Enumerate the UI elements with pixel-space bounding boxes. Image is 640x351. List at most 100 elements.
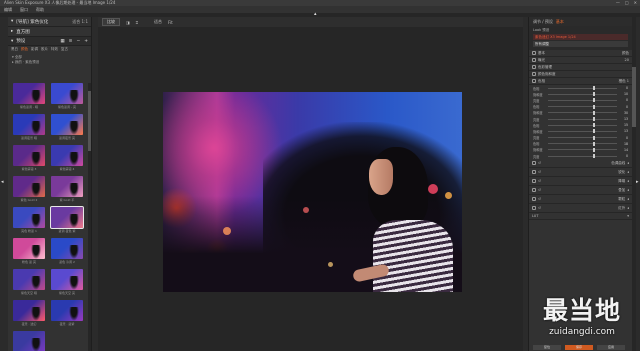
- slider-value[interactable]: 0: [620, 154, 628, 158]
- toggle-checkbox[interactable]: [532, 72, 536, 76]
- slider-knob[interactable]: [592, 86, 595, 91]
- tab-preset-0[interactable]: 黑白: [11, 47, 18, 52]
- preset-thumbnail[interactable]: 蓝调 夜色 紫: [50, 206, 84, 235]
- preset-thumbnail[interactable]: 紫色天空 暗: [12, 269, 46, 297]
- chevron-left-icon[interactable]: ◂: [627, 188, 629, 192]
- histogram-section[interactable]: ▸ 直方图: [8, 27, 91, 37]
- slider-value[interactable]: 0: [620, 98, 628, 102]
- slider-value[interactable]: 0: [620, 86, 628, 90]
- lut-row[interactable]: LUT ▾: [529, 213, 632, 221]
- toggle-checkbox[interactable]: [532, 179, 536, 184]
- look-name-field[interactable]: 紫色迷幻 X3 Image 1/24: [533, 34, 628, 40]
- slider-knob[interactable]: [592, 123, 595, 128]
- menu-item-help[interactable]: 帮助: [36, 7, 44, 13]
- reset-icon[interactable]: ↺: [538, 161, 541, 165]
- list-view-icon[interactable]: ≡: [69, 39, 73, 44]
- panel-mode-accent[interactable]: 基本: [556, 19, 564, 25]
- adjustment-panel[interactable]: ↺ 叠加 ◂: [529, 186, 632, 196]
- slider-track[interactable]: [548, 147, 617, 152]
- panel-mode-label[interactable]: 调节 / 预设: [533, 19, 553, 25]
- adjustments-field[interactable]: 所有调整: [533, 41, 628, 47]
- toggle-checkbox[interactable]: [532, 206, 536, 211]
- slider-value[interactable]: 0: [620, 136, 628, 140]
- preset-thumbnail[interactable]: 蓝调夜景 暗: [12, 114, 46, 142]
- adjustment-row[interactable]: 颜色饱和度: [529, 71, 632, 78]
- preset-thumbnail[interactable]: 蓝调夜景 亮: [50, 114, 84, 142]
- navigator-section[interactable]: ▾ [导航] 紫色仪化 适合 1:1: [8, 17, 91, 27]
- adjustment-row[interactable]: 色相 橙色 1: [529, 78, 632, 85]
- slider-knob[interactable]: [592, 117, 595, 122]
- preset-thumbnail[interactable]: 紫 Gold 平: [50, 176, 84, 204]
- chevron-left-icon[interactable]: ◂: [627, 170, 629, 174]
- reset-icon[interactable]: ↺: [538, 179, 541, 183]
- tab-preset-4[interactable]: 特效: [51, 47, 58, 52]
- tab-preset-3[interactable]: 胶片: [41, 47, 48, 52]
- tab-preset-2[interactable]: 影调: [31, 47, 38, 52]
- preset-thumbnail[interactable]: 亮色 粉蓝 1: [12, 207, 46, 235]
- chevron-left-icon[interactable]: ◂: [1, 180, 4, 185]
- toggle-checkbox[interactable]: [532, 65, 536, 69]
- slider-value[interactable]: 10: [620, 92, 628, 96]
- slider-knob[interactable]: [592, 154, 595, 159]
- preset-thumbnail[interactable]: 紫 · 冷: [12, 331, 46, 351]
- chevron-right-icon[interactable]: ▸: [636, 180, 639, 185]
- zoom-options[interactable]: 适合 1:1: [72, 19, 91, 25]
- close-button[interactable]: ✕: [634, 0, 637, 5]
- crop-icon[interactable]: ⌗: [136, 20, 138, 25]
- slider-track[interactable]: [548, 92, 617, 97]
- slider-value[interactable]: 0: [620, 105, 628, 109]
- preset-thumbnail[interactable]: 紫色蓝调 - 亮: [50, 83, 84, 111]
- grid-view-icon[interactable]: ▦: [60, 39, 64, 44]
- zoom-select[interactable]: Fit: [168, 20, 173, 25]
- split-view-icon[interactable]: ◨: [126, 20, 130, 25]
- preset-thumbnail[interactable]: 蓝色 冷调 2: [50, 238, 84, 266]
- slider-track[interactable]: [548, 129, 617, 134]
- slider-track[interactable]: [548, 110, 617, 115]
- adjustment-row[interactable]: 曝光 20: [529, 57, 632, 64]
- slider-knob[interactable]: [592, 147, 595, 152]
- scrollbar-thumb[interactable]: [88, 91, 91, 151]
- toggle-checkbox[interactable]: [532, 161, 536, 166]
- tree-item-folder[interactable]: ▸ 我的 · 紫色预设: [12, 60, 87, 65]
- adjustment-panel[interactable]: ↺ 红外 ◂: [529, 204, 632, 214]
- slider-track[interactable]: [548, 98, 617, 103]
- slider-track[interactable]: [548, 154, 617, 159]
- reset-icon[interactable]: ↺: [538, 197, 541, 201]
- slider-track[interactable]: [548, 117, 617, 122]
- chevron-left-icon[interactable]: ◂: [627, 197, 629, 201]
- maximize-button[interactable]: □: [625, 0, 629, 5]
- preset-thumbnail[interactable]: 夜景 · 迷幻: [12, 300, 46, 328]
- tab-preset-5[interactable]: 复古: [61, 47, 68, 52]
- slider-value[interactable]: 18: [620, 142, 628, 146]
- slider-value[interactable]: 14: [620, 148, 628, 152]
- reset-icon[interactable]: ↺: [538, 206, 541, 210]
- toggle-checkbox[interactable]: [532, 79, 536, 83]
- tab-preset-1[interactable]: 颜色: [21, 47, 28, 52]
- scrollbar-thumb[interactable]: [632, 67, 636, 127]
- preset-header[interactable]: ▾ 预设 ▦ ≡ − +: [8, 37, 91, 46]
- adjustment-panel[interactable]: ↺ 颗粒 ◂: [529, 195, 632, 205]
- slider-track[interactable]: [548, 141, 617, 146]
- slider-knob[interactable]: [592, 104, 595, 109]
- toggle-checkbox[interactable]: [532, 170, 536, 175]
- adjustment-panel[interactable]: ↺ 降噪 ◂: [529, 177, 632, 187]
- chevron-down-icon[interactable]: ▾: [627, 214, 629, 218]
- adjustment-row[interactable]: 色彩管理: [529, 64, 632, 71]
- reset-icon[interactable]: ↺: [538, 170, 541, 174]
- slider-track[interactable]: [548, 123, 617, 128]
- left-scrollbar[interactable]: [88, 83, 91, 351]
- preset-thumbnail[interactable]: 紫色雾霾 4: [50, 145, 84, 173]
- slider-knob[interactable]: [592, 141, 595, 146]
- preset-thumbnail[interactable]: 紫色蓝调 - 暗: [12, 83, 46, 111]
- slider-track[interactable]: [548, 104, 617, 109]
- toggle-checkbox[interactable]: [532, 51, 536, 55]
- chevron-left-icon[interactable]: ◂: [627, 206, 629, 210]
- main-photo[interactable]: [163, 92, 462, 292]
- chevron-left-icon[interactable]: ◂: [627, 161, 629, 165]
- preset-thumbnail[interactable]: 夜景 · 蓝紫: [50, 300, 84, 328]
- adjustment-row[interactable]: 基本 颜色: [529, 50, 632, 57]
- slider-knob[interactable]: [592, 92, 595, 97]
- add-preset-icon[interactable]: +: [84, 39, 88, 44]
- preset-thumbnail[interactable]: 紫色天空 亮: [50, 269, 84, 297]
- slider-knob[interactable]: [592, 110, 595, 115]
